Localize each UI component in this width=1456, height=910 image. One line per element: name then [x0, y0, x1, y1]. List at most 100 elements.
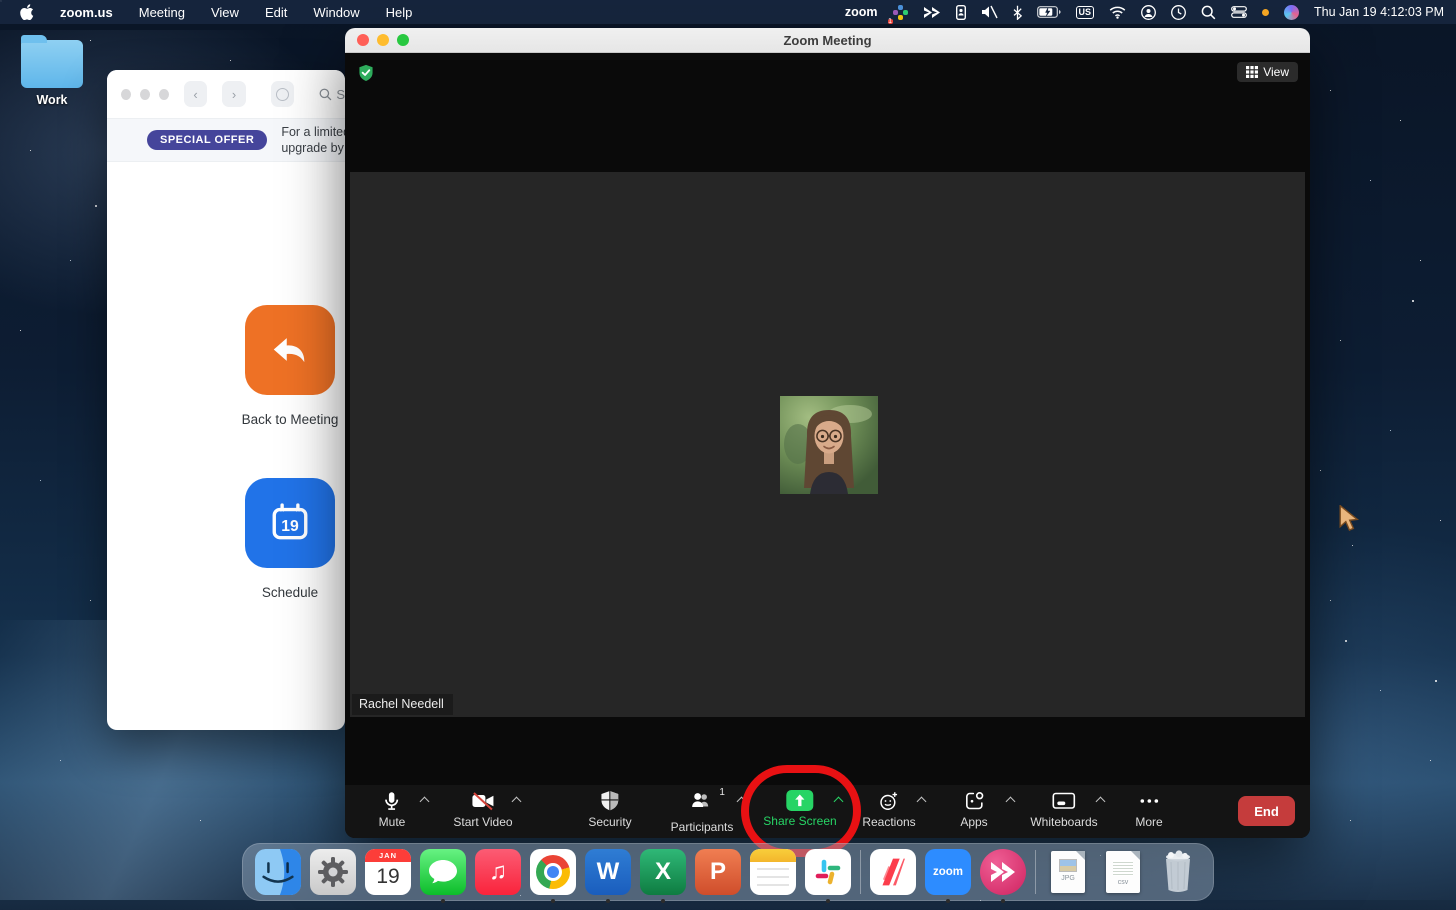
more-button[interactable]: More: [1135, 790, 1162, 829]
participants-button[interactable]: 1 Participants: [671, 790, 734, 834]
zoom-meeting-window[interactable]: Zoom Meeting View Rachel Needell: [345, 28, 1310, 838]
sound-muted-icon[interactable]: [981, 4, 998, 20]
share-options-chevron[interactable]: [835, 798, 842, 805]
spotlight-search-icon[interactable]: [1201, 4, 1216, 20]
whiteboard-icon: [1052, 790, 1077, 812]
folder-icon: [21, 40, 83, 88]
whiteboards-options-chevron[interactable]: [1097, 798, 1104, 805]
wing-status-icon[interactable]: [923, 4, 941, 20]
csv-lines: [1113, 860, 1133, 876]
jpg-thumbnail: [1059, 859, 1077, 872]
back-nav-button[interactable]: ‹: [184, 81, 208, 107]
apple-menu-icon[interactable]: [20, 4, 34, 20]
dock-calendar-icon[interactable]: JAN 19: [365, 849, 411, 895]
video-options-chevron[interactable]: [513, 798, 520, 805]
zoom-app-toolbar: ‹ › S: [107, 70, 345, 118]
dock-notes-icon[interactable]: [750, 849, 796, 895]
dock-divider: [1035, 850, 1036, 894]
clock-status-icon[interactable]: [1171, 4, 1186, 20]
dock-chrome-icon[interactable]: [530, 849, 576, 895]
view-button-label: View: [1263, 65, 1289, 79]
dock-music-icon[interactable]: ♫: [475, 849, 521, 895]
audio-options-chevron[interactable]: [421, 798, 428, 805]
dock-jpg-file-icon[interactable]: JPG: [1045, 849, 1091, 895]
share-screen-button[interactable]: Share Screen: [763, 790, 836, 828]
device-status-icon[interactable]: [956, 4, 966, 20]
whiteboards-button[interactable]: Whiteboards: [1030, 790, 1097, 829]
dock-news-icon[interactable]: [870, 849, 916, 895]
inactive-minimize-button[interactable]: [140, 89, 150, 100]
reactions-smiley-icon: [878, 790, 901, 812]
share-screen-icon: [786, 790, 813, 811]
dock-trash-icon[interactable]: [1155, 849, 1201, 895]
reactions-button[interactable]: Reactions: [862, 790, 915, 829]
start-video-button[interactable]: Start Video: [453, 790, 512, 829]
participants-options-chevron[interactable]: [738, 798, 745, 805]
battery-icon[interactable]: [1037, 4, 1061, 20]
forward-nav-button[interactable]: ›: [222, 81, 246, 107]
camera-off-icon: [470, 790, 496, 812]
apps-label: Apps: [960, 815, 987, 829]
notification-badge: 1: [888, 19, 893, 24]
wifi-icon[interactable]: [1109, 4, 1126, 20]
search-field[interactable]: S: [319, 87, 345, 102]
menu-item-edit[interactable]: Edit: [265, 5, 287, 20]
more-dots-icon: [1137, 790, 1161, 812]
dock-messages-icon[interactable]: [420, 849, 466, 895]
back-to-meeting-button[interactable]: [245, 305, 335, 395]
dock-settings-icon[interactable]: [310, 849, 356, 895]
user-account-icon[interactable]: [1141, 4, 1156, 20]
dock-excel-icon[interactable]: X: [640, 849, 686, 895]
participants-icon: [689, 790, 715, 812]
input-source-badge[interactable]: US: [1076, 6, 1095, 19]
special-offer-badge: SPECIAL OFFER: [147, 130, 267, 150]
apps-options-chevron[interactable]: [1007, 798, 1014, 805]
menu-item-meeting[interactable]: Meeting: [139, 5, 185, 20]
mic-in-use-indicator: [1262, 9, 1269, 16]
mute-button[interactable]: Mute: [379, 790, 406, 829]
history-button[interactable]: [271, 81, 295, 107]
apps-button[interactable]: Apps: [960, 790, 987, 829]
dock-slack-icon[interactable]: [805, 849, 851, 895]
search-text: S: [336, 87, 345, 102]
menu-item-help[interactable]: Help: [386, 5, 413, 20]
encryption-shield-icon[interactable]: [357, 64, 375, 87]
control-center-icon[interactable]: [1231, 4, 1247, 20]
dock-skitch-icon[interactable]: [980, 849, 1026, 895]
word-letter: W: [597, 858, 620, 886]
schedule-button[interactable]: 19: [245, 478, 335, 568]
app-grid-status-icon[interactable]: 1: [893, 5, 908, 20]
svg-text:19: 19: [281, 518, 299, 535]
menu-item-window[interactable]: Window: [313, 5, 359, 20]
participants-count: 1: [719, 787, 725, 798]
inactive-close-button[interactable]: [121, 89, 131, 100]
desktop-folder-work[interactable]: Work: [16, 40, 88, 107]
dock: JAN 19 ♫ W X P zoom JPG csv: [242, 843, 1214, 901]
zoom-status-item[interactable]: zoom: [845, 5, 878, 19]
microphone-icon: [381, 790, 403, 812]
security-label: Security: [588, 815, 631, 829]
notes-header: [750, 849, 796, 862]
dock-csv-file-icon[interactable]: csv: [1100, 849, 1146, 895]
security-button[interactable]: Security: [588, 790, 631, 829]
schedule-label: Schedule: [195, 585, 345, 600]
zoom-app-window[interactable]: ‹ › S SPECIAL OFFER For a limited t upgr…: [107, 70, 345, 730]
siri-icon[interactable]: [1284, 5, 1299, 20]
grid-view-icon: [1246, 66, 1258, 78]
participant-video-thumbnail[interactable]: [780, 396, 878, 494]
end-meeting-button[interactable]: End: [1238, 796, 1295, 826]
view-button[interactable]: View: [1237, 62, 1298, 82]
inactive-zoom-button[interactable]: [159, 89, 169, 100]
dock-zoom-icon[interactable]: zoom: [925, 849, 971, 895]
menu-item-appname[interactable]: zoom.us: [60, 5, 113, 20]
meeting-titlebar[interactable]: Zoom Meeting: [345, 28, 1310, 53]
dock-finder-icon[interactable]: [255, 849, 301, 895]
bluetooth-icon[interactable]: [1013, 4, 1022, 20]
dock-powerpoint-icon[interactable]: P: [695, 849, 741, 895]
security-shield-icon: [599, 790, 620, 812]
reactions-options-chevron[interactable]: [918, 798, 925, 805]
menu-bar-clock[interactable]: Thu Jan 19 4:12:03 PM: [1314, 5, 1444, 19]
menu-item-view[interactable]: View: [211, 5, 239, 20]
dock-word-icon[interactable]: W: [585, 849, 631, 895]
mouse-cursor: [1338, 505, 1362, 538]
